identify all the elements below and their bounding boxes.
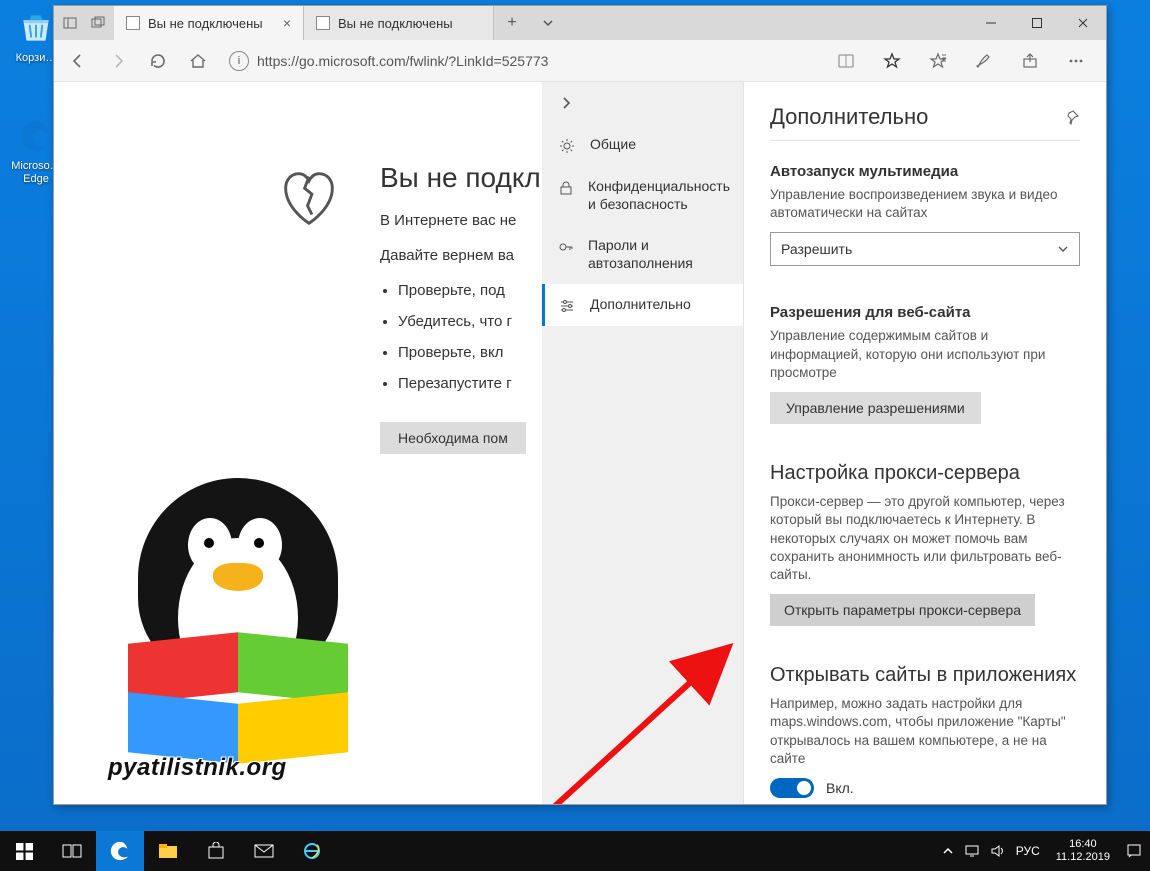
tab-1[interactable]: Вы не подключены × [114, 6, 304, 40]
tray-volume-icon[interactable] [990, 844, 1006, 858]
section-heading: Автозапуск мультимедиа [770, 163, 1080, 180]
settings-back-icon[interactable] [558, 95, 574, 111]
tab-title: Вы не подключены [338, 16, 453, 31]
section-heading: Настройка прокси-сервера [770, 462, 1080, 485]
error-lead: Давайте вернем ва [380, 247, 541, 264]
section-description: Управление содержимым сайтов и информаци… [770, 327, 1080, 382]
lock-icon [558, 180, 574, 196]
toolbar: i https://go.microsoft.com/fwlink/?LinkI… [54, 40, 1106, 82]
section-permissions: Разрешения для веб-сайта Управление соде… [770, 304, 1080, 424]
forward-button[interactable] [104, 47, 132, 75]
taskbar-app-edge[interactable] [96, 831, 144, 871]
watermark: pyatilistnik.org [68, 478, 398, 788]
settings-item-label: Конфиденциальность и безопасность [588, 178, 730, 213]
start-button[interactable] [0, 831, 48, 871]
more-menu-icon[interactable] [1062, 47, 1090, 75]
edge-app-icon [16, 116, 56, 156]
error-title: Вы не подкл [380, 162, 541, 194]
error-bullet: Убедитесь, что г [398, 313, 541, 330]
notes-pen-icon[interactable] [970, 47, 998, 75]
tab-close-icon[interactable]: × [283, 15, 291, 31]
sliders-icon [558, 298, 576, 314]
window-close-button[interactable] [1060, 6, 1106, 40]
show-tabs-icon[interactable] [86, 11, 110, 35]
home-button[interactable] [184, 47, 212, 75]
tray-notifications-icon[interactable] [1126, 843, 1142, 859]
section-open-apps: Открывать сайты в приложениях Например, … [770, 664, 1080, 798]
tray-clock[interactable]: 16:40 11.12.2019 [1050, 838, 1116, 863]
gear-icon [558, 138, 576, 154]
taskbar-app-explorer[interactable] [144, 831, 192, 871]
dropdown-value: Разрешить [781, 241, 852, 257]
taskbar-app-mail[interactable] [240, 831, 288, 871]
help-button[interactable]: Необходима пом [380, 422, 526, 454]
share-icon[interactable] [1016, 47, 1044, 75]
tab-favicon [316, 16, 330, 30]
tray-up-icon[interactable] [942, 845, 954, 857]
settings-item-label: Общие [590, 136, 636, 154]
settings-item-general[interactable]: Общие [542, 124, 743, 166]
error-bullet: Перезапустите г [398, 375, 541, 392]
back-button[interactable] [64, 47, 92, 75]
error-bullet-list: Проверьте, под Убедитесь, что г Проверьт… [398, 282, 541, 392]
section-description: Прокси-сервер — это другой компьютер, че… [770, 493, 1080, 584]
settings-item-passwords[interactable]: Пароли и автозаполнения [542, 225, 743, 284]
section-description: Управление воспроизведением звука и виде… [770, 186, 1080, 222]
tabs-aside-icon[interactable] [58, 11, 82, 35]
task-view-button[interactable] [48, 831, 96, 871]
favorite-star-icon[interactable] [878, 47, 906, 75]
page: Вы не подкл В Интернете вас не Давайте в… [54, 82, 1106, 804]
key-icon [558, 239, 574, 255]
watermark-text: pyatilistnik.org [108, 754, 287, 782]
pin-icon[interactable] [1064, 109, 1080, 125]
error-bullet: Проверьте, вкл [398, 344, 541, 361]
open-apps-toggle[interactable] [770, 778, 814, 798]
taskbar: РУС 16:40 11.12.2019 [0, 831, 1150, 871]
section-heading: Открывать сайты в приложениях [770, 664, 1080, 687]
refresh-button[interactable] [144, 47, 172, 75]
tab-chevron-icon[interactable] [530, 6, 566, 40]
broken-heart-icon [274, 162, 344, 232]
toggle-label: Вкл. [826, 780, 854, 796]
tray-time: 16:40 [1056, 838, 1110, 851]
tab-favicon [126, 16, 140, 30]
section-proxy: Настройка прокси-сервера Прокси-сервер —… [770, 462, 1080, 626]
settings-item-advanced[interactable]: Дополнительно [542, 284, 743, 326]
window-minimize-button[interactable] [968, 6, 1014, 40]
section-autoplay: Автозапуск мультимедиа Управление воспро… [770, 163, 1080, 266]
chevron-down-icon [1057, 243, 1069, 255]
recycle-bin-icon [16, 8, 56, 48]
titlebar: Вы не подключены × Вы не подключены + [54, 6, 1106, 40]
new-tab-button[interactable]: + [494, 6, 530, 40]
manage-permissions-button[interactable]: Управление разрешениями [770, 392, 981, 424]
tab-2[interactable]: Вы не подключены [304, 6, 494, 40]
url-text: https://go.microsoft.com/fwlink/?LinkId=… [257, 53, 548, 69]
advanced-panel-title: Дополнительно [770, 104, 928, 130]
settings-item-privacy[interactable]: Конфиденциальность и безопасность [542, 166, 743, 225]
advanced-panel: Дополнительно Автозапуск мультимедиа Упр… [744, 82, 1106, 804]
settings-item-label: Дополнительно [590, 296, 691, 314]
taskbar-app-ie[interactable] [288, 831, 336, 871]
favorites-list-icon[interactable] [924, 47, 952, 75]
site-info-icon[interactable]: i [229, 51, 249, 71]
error-subtitle: В Интернете вас не [380, 212, 541, 229]
taskbar-app-store[interactable] [192, 831, 240, 871]
settings-item-label: Пароли и автозаполнения [588, 237, 729, 272]
section-description: Например, можно задать настройки для map… [770, 695, 1080, 768]
window-maximize-button[interactable] [1014, 6, 1060, 40]
error-bullet: Проверьте, под [398, 282, 541, 299]
desktop: Корзи… Microso… Edge Вы не подключены × [0, 0, 1150, 871]
autoplay-dropdown[interactable]: Разрешить [770, 232, 1080, 266]
tray-network-icon[interactable] [964, 844, 980, 858]
settings-nav: Общие Конфиденциальность и безопасность … [542, 82, 744, 804]
tray-language[interactable]: РУС [1016, 844, 1040, 858]
tab-title: Вы не подключены [148, 16, 263, 31]
edge-window: Вы не подключены × Вы не подключены + [53, 5, 1107, 805]
reading-view-icon[interactable] [832, 47, 860, 75]
open-proxy-settings-button[interactable]: Открыть параметры прокси-сервера [770, 594, 1035, 626]
address-bar[interactable]: i https://go.microsoft.com/fwlink/?LinkI… [224, 48, 820, 74]
section-heading: Разрешения для веб-сайта [770, 304, 1080, 321]
tray-date: 11.12.2019 [1056, 851, 1110, 864]
